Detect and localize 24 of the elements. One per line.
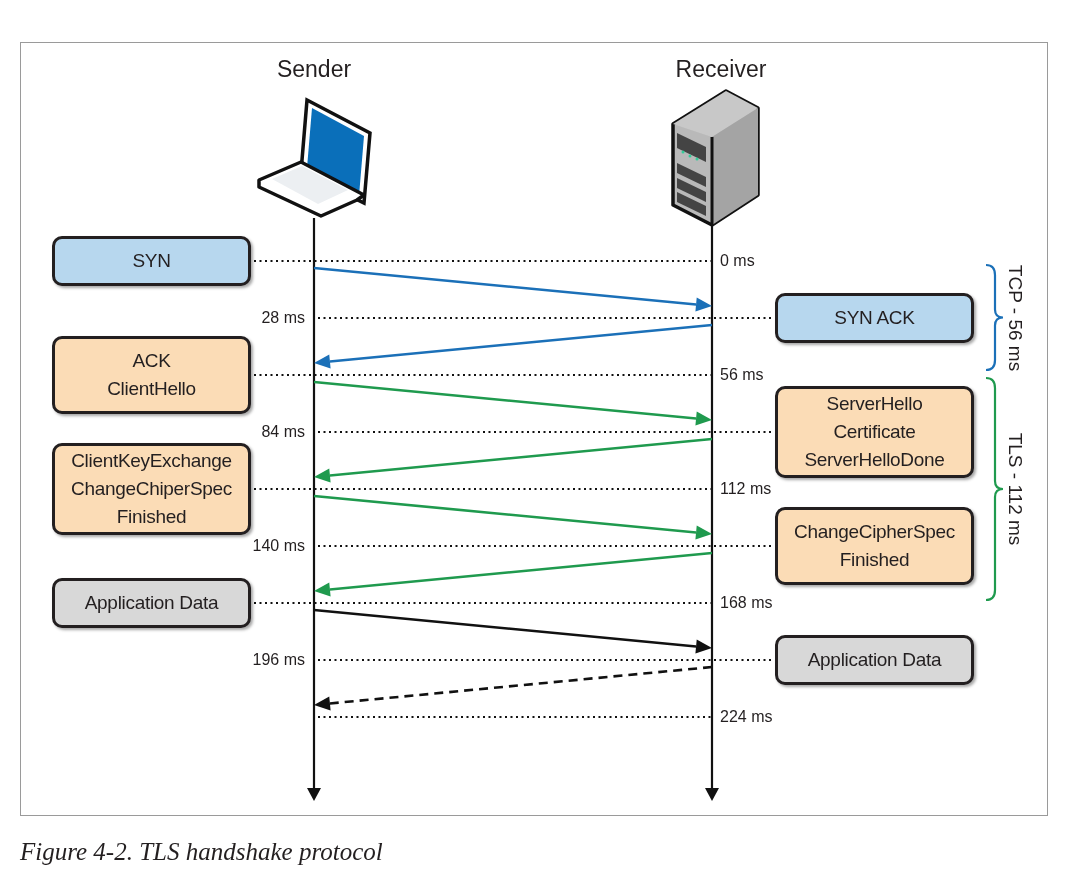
message-box: Application Data xyxy=(775,635,974,685)
time-label: 112 ms xyxy=(720,479,772,499)
figure-caption: Figure 4-2. TLS handshake protocol xyxy=(20,837,384,867)
laptop-icon xyxy=(257,97,372,218)
server-icon xyxy=(671,89,760,227)
bracket-label: TLS - 112 ms xyxy=(1004,432,1026,546)
time-label: 224 ms xyxy=(720,707,773,727)
message-box: SYN xyxy=(52,236,251,286)
message-box: ACK ClientHello xyxy=(52,336,251,414)
time-label: 28 ms xyxy=(261,308,305,328)
message-box: SYN ACK xyxy=(775,293,974,343)
time-label: 168 ms xyxy=(720,593,773,613)
actor-label: Sender xyxy=(276,55,352,84)
time-label: 84 ms xyxy=(261,422,305,442)
actor-label: Receiver xyxy=(675,55,767,84)
message-box: ChangeCipherSpec Finished xyxy=(775,507,974,585)
time-label: 0 ms xyxy=(720,251,755,271)
bracket-label: TCP - 56 ms xyxy=(1004,264,1026,371)
time-label: 56 ms xyxy=(720,365,764,385)
time-label: 196 ms xyxy=(252,650,305,670)
message-box: ClientKeyExchange ChangeChiperSpec Finished xyxy=(52,443,251,535)
message-box: ServerHello Certificate ServerHelloDone xyxy=(775,386,974,478)
time-label: 140 ms xyxy=(252,536,305,556)
message-box: Application Data xyxy=(52,578,251,628)
